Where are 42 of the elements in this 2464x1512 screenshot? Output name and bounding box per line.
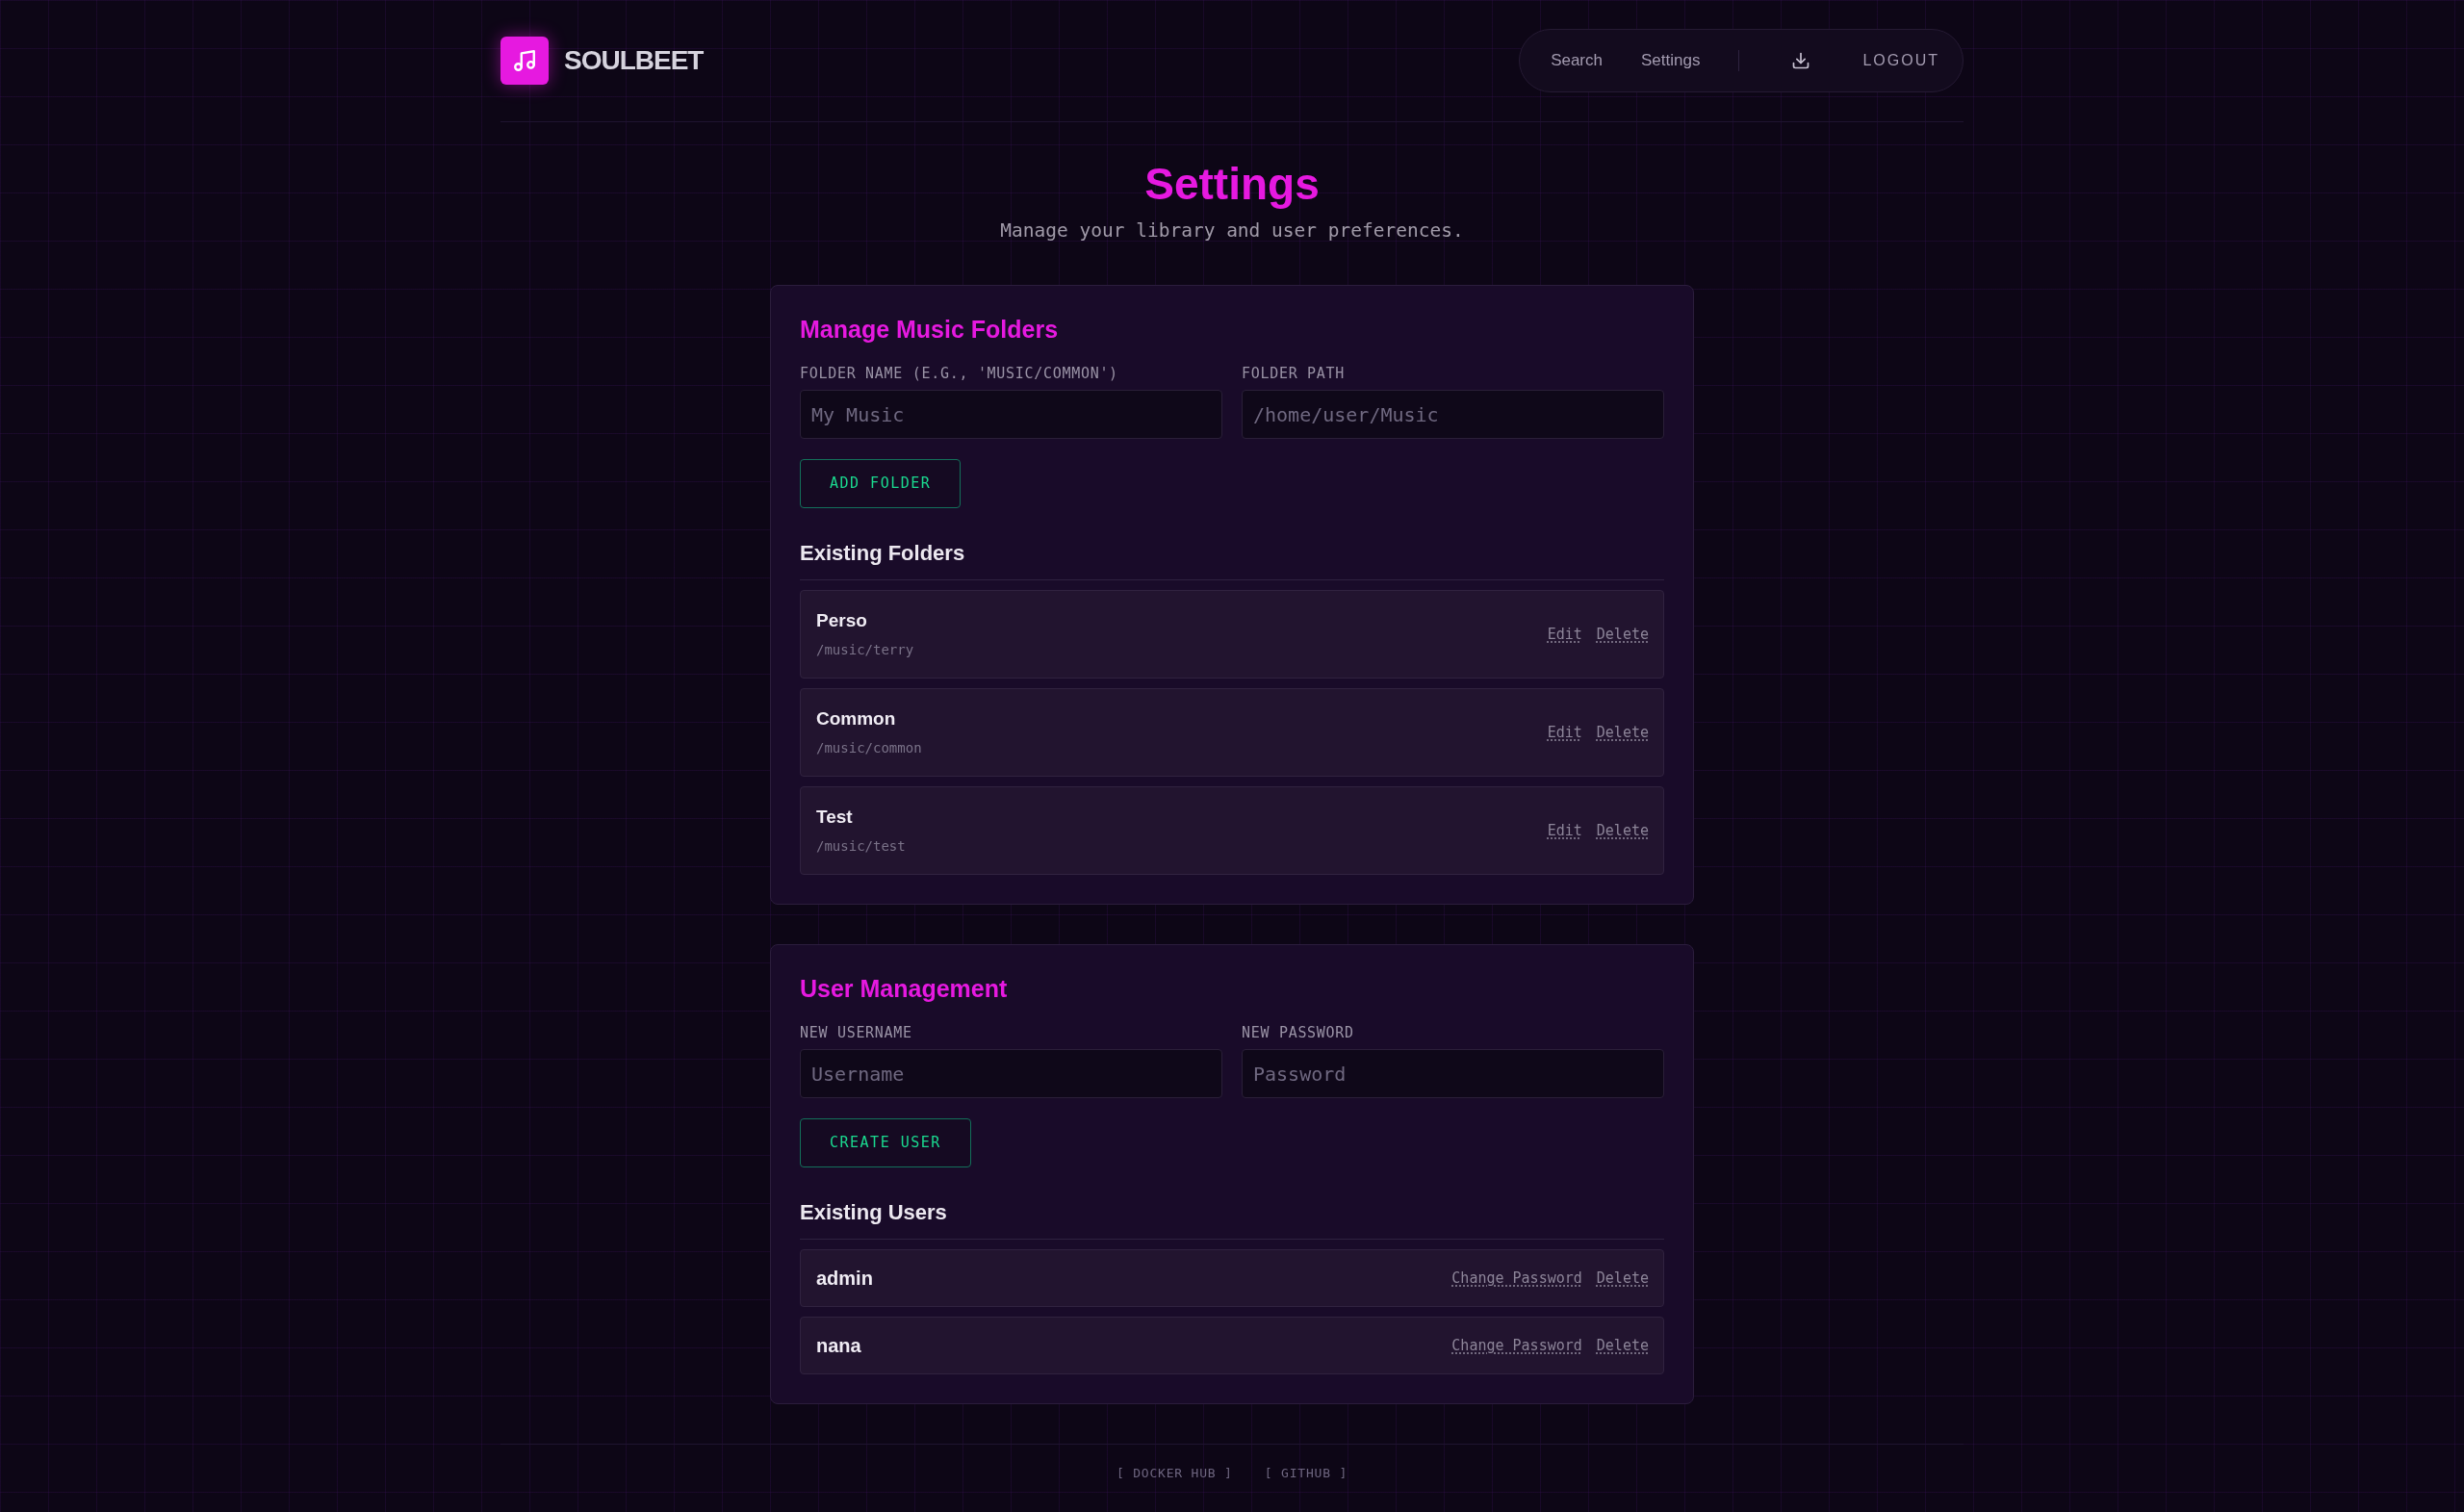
- field-label: NEW PASSWORD: [1242, 1023, 1355, 1042]
- item-path: /music/terry: [816, 641, 914, 659]
- nav-link[interactable]: Search: [1551, 48, 1603, 73]
- logo-icon: [500, 37, 549, 85]
- item-name: Common: [816, 707, 897, 730]
- download-icon: [1791, 51, 1811, 70]
- action-link[interactable]: Delete: [1596, 723, 1649, 742]
- item-name: Test: [816, 806, 854, 829]
- submit-button[interactable]: CREATE USER: [800, 1118, 971, 1167]
- section-title: User Management: [800, 974, 1009, 1004]
- item-name: admin: [816, 1267, 873, 1290]
- field-label: FOLDER NAME (E.G., 'MUSIC/COMMON'): [800, 364, 1119, 383]
- action-link[interactable]: Change Password: [1451, 1269, 1582, 1288]
- page-title: Settings: [1143, 158, 1321, 211]
- footer-link[interactable]: [ GITHUB ]: [1264, 1465, 1348, 1482]
- action-link[interactable]: Delete: [1596, 821, 1649, 840]
- submit-button[interactable]: ADD FOLDER: [800, 459, 962, 508]
- item-path: /music/common: [816, 739, 922, 757]
- input-field[interactable]: My Music: [800, 390, 1222, 439]
- action-link[interactable]: Edit: [1547, 821, 1582, 840]
- action-link[interactable]: Delete: [1596, 1269, 1649, 1288]
- action-link[interactable]: Change Password: [1451, 1336, 1582, 1355]
- list-heading: Existing Folders: [800, 540, 966, 567]
- action-link[interactable]: Delete: [1596, 1336, 1649, 1355]
- logo-text: SOULBEET: [564, 44, 704, 77]
- field-label: NEW USERNAME: [800, 1023, 913, 1042]
- page-subtitle: Manage your library and user preferences.: [999, 218, 1465, 243]
- list-heading: Existing Users: [800, 1199, 948, 1226]
- input-field[interactable]: /home/user/Music: [1242, 390, 1664, 439]
- action-link[interactable]: Edit: [1547, 723, 1582, 742]
- item-path: /music/test: [816, 837, 906, 856]
- field-label: FOLDER PATH: [1242, 364, 1347, 383]
- action-link[interactable]: Edit: [1547, 625, 1582, 644]
- item-name: nana: [816, 1334, 861, 1357]
- item-name: Perso: [816, 609, 868, 632]
- input-field[interactable]: Username: [800, 1049, 1222, 1098]
- footer-link[interactable]: [ DOCKER HUB ]: [1116, 1465, 1233, 1482]
- nav-link[interactable]: Settings: [1641, 48, 1701, 73]
- logout-button[interactable]: LOGOUT: [1862, 49, 1939, 72]
- action-link[interactable]: Delete: [1596, 625, 1649, 644]
- section-title: Manage Music Folders: [800, 315, 1060, 345]
- input-field[interactable]: Password: [1242, 1049, 1664, 1098]
